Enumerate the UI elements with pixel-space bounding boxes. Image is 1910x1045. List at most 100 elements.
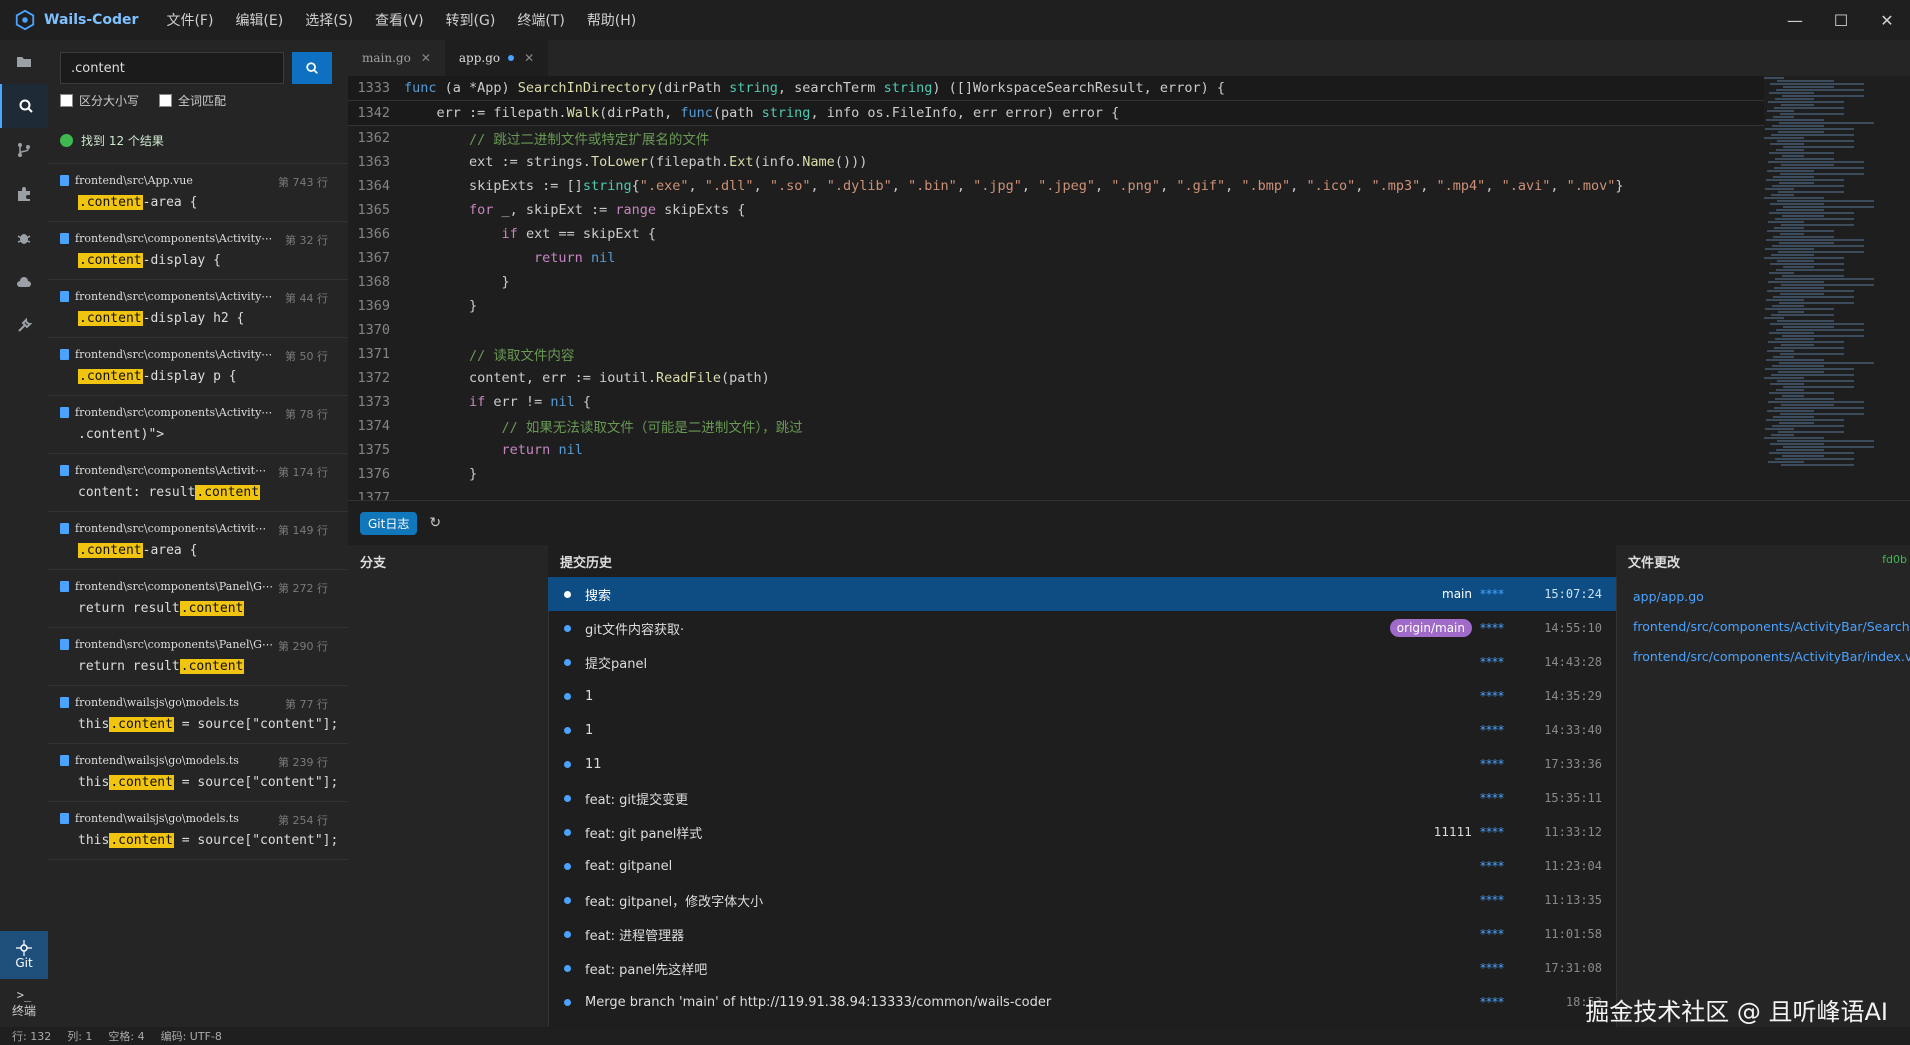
git-view-button[interactable]: Git — [0, 931, 48, 979]
code-area[interactable]: 1333 func (a *App) SearchInDirectory(dirP… — [348, 76, 1788, 500]
commit-row[interactable]: 1 **** 14:33:40 — [548, 713, 1616, 747]
match-case-checkbox[interactable] — [60, 94, 73, 107]
search-result-item[interactable]: frontend\src\components\Activit⋯ 第 174 行 c… — [48, 454, 348, 512]
source-control-button[interactable] — [0, 128, 48, 172]
commit-row[interactable]: git文件内容获取· origin/main **** 14:55:10 — [548, 611, 1616, 645]
code-line[interactable]: 1366 if ext == skipExt { — [348, 222, 1788, 246]
file-icon — [60, 291, 69, 302]
menu-item-3[interactable]: 查看(V) — [375, 10, 424, 30]
search-result-item[interactable]: frontend\src\components\Activity⋯ 第 78 行.… — [48, 396, 348, 454]
code-line[interactable]: 1373 if err != nil { — [348, 390, 1788, 414]
debug-button[interactable] — [0, 216, 48, 260]
line-number: 1373 — [357, 394, 390, 410]
code-line[interactable]: 1374 // 如果无法读取文件（可能是二进制文件），跳过 — [348, 414, 1788, 438]
minimap-line — [1765, 128, 1854, 130]
code-text: // 读取文件内容 — [469, 348, 575, 364]
code-line[interactable]: 1372 content, err := ioutil.ReadFile(pat… — [348, 366, 1788, 390]
commit-row[interactable]: feat: gitpanel **** 11:23:04 — [548, 849, 1616, 883]
result-line-number: 第 50 行 — [285, 350, 328, 363]
search-result-item[interactable]: frontend\src\components\Activity⋯ 第 44 行.… — [48, 280, 348, 338]
minimize-button[interactable]: — — [1772, 0, 1818, 40]
search-result-item[interactable]: frontend\wailsjs\go\models.ts 第 77 行 this.… — [48, 686, 348, 744]
result-match-line: return result.content — [78, 601, 245, 616]
cloud-button[interactable] — [0, 260, 48, 304]
maximize-button[interactable]: ☐ — [1818, 0, 1864, 40]
search-button[interactable] — [292, 52, 332, 84]
search-result-item[interactable]: frontend\src\components\Activit⋯ 第 149 行.… — [48, 512, 348, 570]
refresh-icon[interactable]: ↻ — [429, 515, 441, 531]
tab-main-go[interactable]: main.go ✕ — [348, 40, 445, 76]
menu-item-5[interactable]: 终端(T) — [517, 10, 564, 30]
minimap-line — [1773, 296, 1854, 298]
commit-row[interactable]: 11 **** 17:33:36 — [548, 747, 1616, 781]
code-line[interactable]: 1368 } — [348, 270, 1788, 294]
commit-dot-icon — [564, 896, 571, 904]
tools-button[interactable] — [0, 304, 48, 348]
search-result-item[interactable]: frontend\src\components\Activity⋯ 第 50 行.… — [48, 338, 348, 396]
code-line[interactable]: 1365 for _, skipExt := range skipExts { — [348, 198, 1788, 222]
terminal-view-button[interactable]: >_ 终端 — [0, 979, 48, 1027]
minimap-line — [1780, 293, 1824, 295]
bug-icon — [17, 234, 31, 244]
search-input[interactable] — [60, 52, 284, 84]
close-tab-icon[interactable]: ✕ — [421, 51, 431, 65]
search-result-item[interactable]: frontend\wailsjs\go\models.ts 第 239 行 this… — [48, 744, 348, 802]
menu-item-0[interactable]: 文件(F) — [166, 10, 213, 30]
commit-row[interactable]: feat: panel先这样吧 **** 17:31:08 — [548, 951, 1616, 985]
search-results-list: frontend\src\App.vue 第 743 行 .content-area… — [48, 163, 348, 860]
menu-item-2[interactable]: 选择(S) — [305, 10, 353, 30]
code-line[interactable]: 1364 skipExts := []string{".exe", ".dll"… — [348, 174, 1788, 198]
commit-row[interactable]: feat: gitpanel，修改字体大小 **** 11:13:35 — [548, 883, 1616, 917]
changed-file-item[interactable]: app/app.go — [1617, 581, 1910, 611]
git-log-tab[interactable]: Git日志 — [360, 511, 418, 535]
changed-file-item[interactable]: frontend/src/components/ActivityBar/inde… — [1617, 641, 1910, 671]
code-line[interactable]: 1363 ext := strings.ToLower(filepath.Ext… — [348, 150, 1788, 174]
close-window-button[interactable]: ✕ — [1864, 0, 1910, 40]
explorer-button[interactable] — [0, 40, 48, 84]
match-highlight: .content — [109, 717, 174, 732]
close-tab-icon[interactable]: ✕ — [524, 51, 534, 65]
menu-item-4[interactable]: 转到(G) — [446, 10, 496, 30]
code-line[interactable]: 1333 func (a *App) SearchInDirectory(dirP… — [348, 76, 1788, 101]
commit-row[interactable]: 提交panel **** 14:43:28 — [548, 645, 1616, 679]
minimap-line — [1769, 212, 1854, 214]
commit-author: **** — [1480, 893, 1504, 907]
extensions-button[interactable] — [0, 172, 48, 216]
code-line[interactable]: 1362 // 跳过二进制文件或特定扩展名的文件 — [348, 126, 1788, 150]
search-view-button[interactable] — [0, 84, 50, 128]
commit-dot-icon — [564, 828, 571, 836]
commit-row[interactable]: feat: git panel样式 11111 **** 11:33:12 — [548, 815, 1616, 849]
whole-word-option[interactable]: 全词匹配 — [159, 92, 226, 109]
code-line[interactable]: 1370 — [348, 318, 1788, 342]
commit-row[interactable]: Merge branch 'main' of http://119.91.38.… — [548, 985, 1616, 1019]
search-result-item[interactable]: frontend\src\App.vue 第 743 行 .content-area… — [48, 164, 348, 222]
commit-row[interactable]: 1 **** 14:35:29 — [548, 679, 1616, 713]
minimap-line — [1765, 428, 1794, 430]
code-line[interactable]: 1371 // 读取文件内容 — [348, 342, 1788, 366]
code-line[interactable]: 1375 return nil — [348, 438, 1788, 462]
minimap-line — [1778, 131, 1824, 133]
commit-row[interactable]: feat: git提交变更 **** 15:35:11 — [548, 781, 1616, 815]
code-line[interactable]: 1369 } — [348, 294, 1788, 318]
search-result-item[interactable]: frontend\src\components\Panel\G⋯ 第 272 行 r… — [48, 570, 348, 628]
commit-row[interactable]: 搜索 main **** 15:07:24 — [548, 577, 1616, 611]
search-result-item[interactable]: frontend\src\components\Panel\G⋯ 第 290 行 r… — [48, 628, 348, 686]
changed-file-item[interactable]: frontend/src/components/ActivityBar/Sear… — [1617, 611, 1910, 641]
whole-word-checkbox[interactable] — [159, 94, 173, 107]
code-line[interactable]: 1367 return nil — [348, 246, 1788, 270]
minimap-line — [1777, 140, 1854, 142]
code-line[interactable]: 1377 — [348, 486, 1788, 500]
tab-app-go[interactable]: app.go ✕ — [444, 40, 549, 76]
search-result-item[interactable]: frontend\wailsjs\go\models.ts 第 254 行 this… — [48, 802, 348, 860]
commit-author: **** — [1480, 655, 1504, 669]
match-highlight: .content — [78, 253, 143, 268]
code-line[interactable]: 1342 err := filepath.Walk(dirPath, func(… — [348, 101, 1788, 126]
minimap[interactable] — [1764, 76, 1874, 500]
search-result-item[interactable]: frontend\src\components\Activity⋯ 第 32 行.… — [48, 222, 348, 280]
match-case-option[interactable]: 区分大小写 — [60, 92, 139, 109]
menu-item-1[interactable]: 编辑(E) — [235, 10, 283, 30]
code-line[interactable]: 1376 } — [348, 462, 1788, 486]
menu-item-6[interactable]: 帮助(H) — [587, 10, 636, 30]
commit-message: Merge branch 'main' of http://119.91.38.… — [585, 994, 1052, 1010]
commit-row[interactable]: feat: 进程管理器 **** 11:01:58 — [548, 917, 1616, 951]
